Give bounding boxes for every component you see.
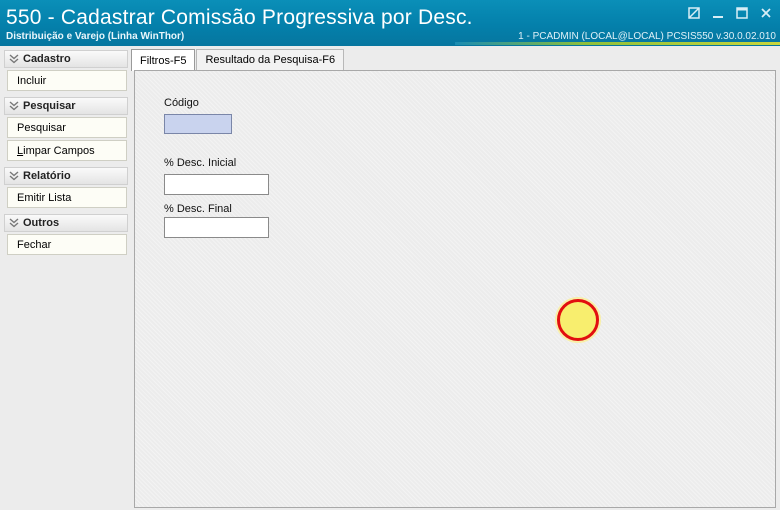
title-bar: 550 - Cadastrar Comissão Progressiva por… [0, 0, 780, 46]
title-accent-line [455, 42, 780, 45]
desc-final-label: % Desc. Final [164, 203, 232, 215]
chevron-double-down-icon [9, 218, 19, 228]
group-label-cadastro: Cadastro [23, 53, 71, 65]
codigo-input[interactable] [164, 114, 232, 134]
fechar-label: Fechar [17, 238, 52, 251]
chevron-double-down-icon [9, 101, 19, 111]
pesquisar-button[interactable]: Pesquisar [7, 117, 127, 138]
session-status: 1 - PCADMIN (LOCAL@LOCAL) PCSIS550 v.30.… [518, 31, 776, 42]
minimize-icon[interactable] [710, 6, 726, 20]
group-label-outros: Outros [23, 217, 60, 229]
group-header-cadastro[interactable]: Cadastro [4, 50, 128, 68]
emitir-lista-button[interactable]: Emitir Lista [7, 187, 127, 208]
codigo-label: Código [164, 97, 199, 109]
group-header-outros[interactable]: Outros [4, 214, 128, 232]
filters-panel: Código % Desc. Inicial % Desc. Final [134, 70, 776, 508]
window-controls [686, 6, 774, 20]
limpar-campos-label: impar Campos [23, 144, 95, 157]
group-header-relatorio[interactable]: Relatório [4, 167, 128, 185]
window-title: 550 - Cadastrar Comissão Progressiva por… [6, 6, 473, 29]
limpar-campos-button[interactable]: Limpar Campos [7, 140, 127, 161]
desc-inicial-input[interactable] [164, 174, 269, 195]
incluir-button[interactable]: Incluir [7, 70, 127, 91]
tab-resultado-pesquisa[interactable]: Resultado da Pesquisa-F6 [196, 49, 345, 70]
pesquisar-label: Pesquisar [17, 121, 66, 134]
group-header-pesquisar[interactable]: Pesquisar [4, 97, 128, 115]
group-label-relatorio: Relatório [23, 170, 71, 182]
chevron-double-down-icon [9, 171, 19, 181]
maximize-icon[interactable] [734, 6, 750, 20]
restore-icon[interactable] [686, 6, 702, 20]
desc-inicial-label: % Desc. Inicial [164, 157, 237, 169]
chevron-double-down-icon [9, 54, 19, 64]
tab-strip: Filtros-F5 Resultado da Pesquisa-F6 [131, 49, 345, 71]
fechar-button[interactable]: Fechar [7, 234, 127, 255]
tab-filtros[interactable]: Filtros-F5 [131, 49, 196, 71]
desc-final-input[interactable] [164, 217, 269, 238]
window-subtitle: Distribuição e Varejo (Linha WinThor) [6, 31, 185, 42]
cursor-click-marker [557, 299, 599, 341]
incluir-label: Incluir [17, 74, 47, 87]
close-icon[interactable] [758, 6, 774, 20]
emitir-lista-label: Emitir Lista [17, 191, 72, 204]
group-label-pesquisar: Pesquisar [23, 100, 76, 112]
action-sidebar: Cadastro Incluir Pesquisar Pesquisar Lim… [4, 48, 128, 508]
